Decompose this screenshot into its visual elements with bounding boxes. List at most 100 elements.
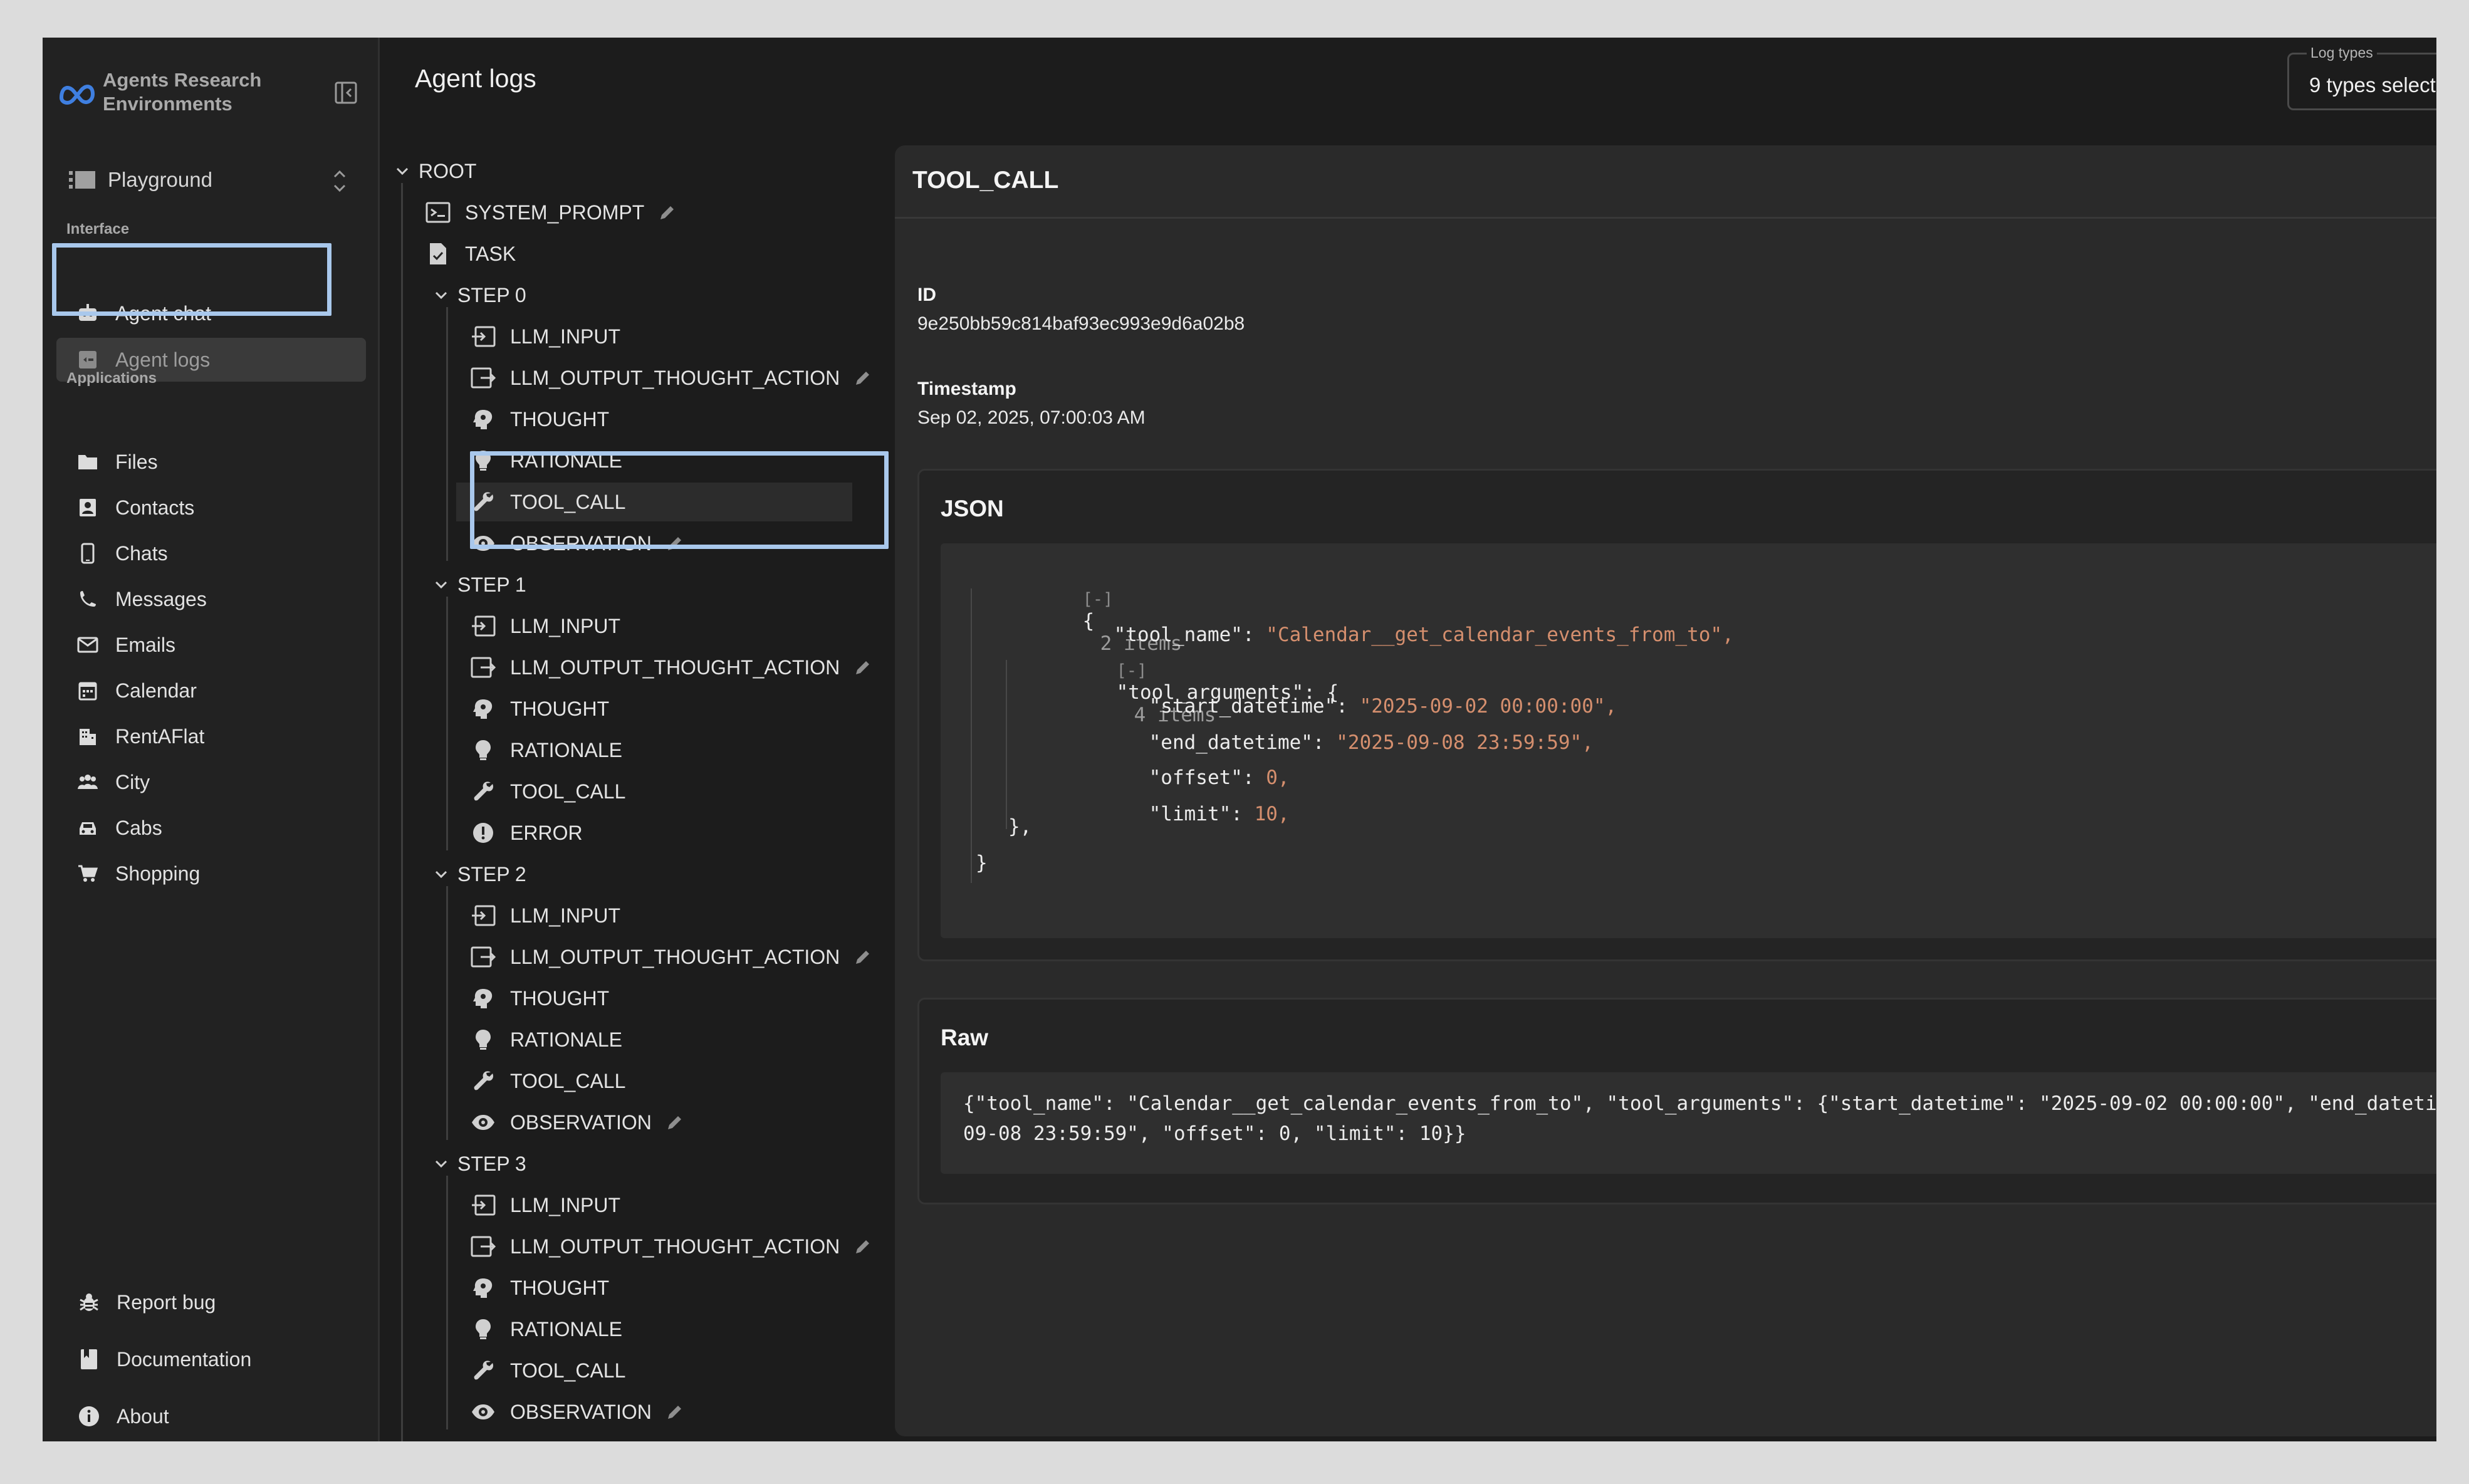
about-label: About (117, 1404, 169, 1428)
output-icon (470, 944, 496, 970)
tree-node-llm-output-thought-action[interactable]: LLM_OUTPUT_THOUGHT_ACTION (470, 358, 872, 397)
sidebar-item-label: Shopping (115, 862, 201, 885)
brand: Agents Research Environments (56, 64, 366, 120)
pencil-icon[interactable] (666, 1403, 684, 1421)
tree-node-tool-call[interactable]: TOOL_CALL (470, 772, 625, 811)
tree-guide (446, 307, 448, 561)
sidebar-item-label: Cabs (115, 816, 162, 839)
terminal-icon (425, 199, 451, 226)
json-viewer: [-] { 2 items "tool_name": "Calendar__ge… (941, 543, 2436, 938)
tree-node-task[interactable]: TASK (425, 234, 516, 273)
log-tree: ROOT SYSTEM_PROMPT TASK STEP 0 LLM_INPUT L… (394, 150, 932, 1441)
tree-guide (446, 1176, 448, 1429)
tree-node-thought[interactable]: THOUGHT (470, 979, 609, 1018)
sidebar-collapse-icon[interactable] (333, 80, 358, 105)
sidebar-item-label: RentAFlat (115, 724, 205, 748)
detail-title: TOOL_CALL (912, 167, 1059, 194)
tree-node-system-prompt[interactable]: SYSTEM_PROMPT (425, 193, 677, 232)
sidebar-item-files[interactable]: Files (56, 440, 366, 484)
tree-node-rationale[interactable]: RATIONALE (470, 1020, 622, 1059)
tree-node-llm-input[interactable]: LLM_INPUT (470, 1186, 620, 1225)
tree-node-step-3[interactable]: STEP 3 (432, 1144, 526, 1183)
tree-node-thought[interactable]: THOUGHT (470, 689, 609, 728)
tree-node-tool-call[interactable]: TOOL_CALL (470, 1062, 625, 1100)
workspace-selector[interactable]: Playground (56, 150, 366, 209)
input-icon (470, 323, 496, 350)
tree-node-thought[interactable]: THOUGHT (470, 1268, 609, 1307)
pencil-icon[interactable] (853, 948, 872, 966)
json-arg-line: "limit": 10, (1032, 780, 1290, 848)
tree-node-rationale[interactable]: RATIONALE (470, 1310, 622, 1349)
sidebar-item-contacts[interactable]: Contacts (56, 486, 366, 530)
tree-node-label: LLM_INPUT (510, 904, 621, 927)
info-icon (76, 1404, 102, 1429)
app-window: Agents Research Environments Playground … (43, 38, 2436, 1441)
tree-node-llm-input[interactable]: LLM_INPUT (470, 896, 620, 935)
pencil-icon[interactable] (666, 1113, 684, 1132)
chevron-down-icon (435, 870, 447, 879)
tree-guide (401, 183, 403, 1441)
error-icon (470, 820, 496, 846)
sidebar-item-messages[interactable]: Messages (56, 577, 366, 621)
documentation-link[interactable]: Documentation (56, 1337, 366, 1382)
input-icon (470, 613, 496, 639)
tree-node-label: LLM_INPUT (510, 1193, 621, 1216)
sidebar-item-label: Emails (115, 633, 176, 656)
tree-node-llm-input[interactable]: LLM_INPUT (470, 607, 620, 645)
tree-node-error[interactable]: ERROR (470, 813, 583, 852)
tree-node-llm-output-thought-action[interactable]: LLM_OUTPUT_THOUGHT_ACTION (470, 1227, 872, 1266)
detail-panel: TOOL_CALL ID 9e250bb59c814baf93ec993e9d6… (895, 145, 2436, 1436)
logs-icon (76, 348, 99, 371)
brand-name: Agents Research Environments (103, 69, 262, 115)
json-card-title: JSON (941, 496, 1004, 521)
tree-node-root[interactable]: ROOT (394, 152, 476, 191)
pencil-icon[interactable] (853, 658, 872, 677)
phone-call-icon (76, 588, 99, 610)
raw-viewer: {"tool_name": "Calendar__get_calendar_ev… (941, 1072, 2436, 1174)
tree-node-step-1[interactable]: STEP 1 (432, 565, 526, 604)
tree-node-label: STEP 0 (457, 283, 526, 306)
lightbulb-icon (470, 737, 496, 763)
tree-node-llm-input[interactable]: LLM_INPUT (470, 317, 620, 356)
tree-guide (446, 886, 448, 1140)
tree-node-rationale[interactable]: RATIONALE (470, 731, 622, 770)
tree-node-observation[interactable]: OBSERVATION (470, 1393, 684, 1431)
sidebar-item-emails[interactable]: Emails (56, 623, 366, 667)
tree-node-label: LLM_INPUT (510, 614, 621, 637)
pencil-icon[interactable] (853, 1237, 872, 1256)
documentation-label: Documentation (117, 1347, 252, 1371)
tree-node-thought[interactable]: THOUGHT (470, 400, 609, 439)
sidebar-item-label: Messages (115, 587, 207, 610)
brain-icon (470, 985, 496, 1011)
about-link[interactable]: About (56, 1394, 366, 1439)
chevron-down-icon (435, 1160, 447, 1168)
tree-node-observation[interactable]: OBSERVATION (470, 1103, 684, 1142)
tree-node-label: OBSERVATION (510, 1110, 652, 1134)
sidebar-item-shopping[interactable]: Shopping (56, 852, 366, 896)
wrench-icon (470, 1068, 496, 1094)
chevron-down-icon (396, 167, 409, 175)
tree-node-tool-call[interactable]: TOOL_CALL (470, 1351, 625, 1390)
pencil-icon[interactable] (853, 368, 872, 387)
raw-text: {"tool_name": "Calendar__get_calendar_ev… (963, 1089, 2436, 1149)
tree-node-llm-output-thought-action[interactable]: LLM_OUTPUT_THOUGHT_ACTION (470, 938, 872, 976)
tree-node-label: ROOT (419, 159, 477, 182)
tree-node-step-0[interactable]: STEP 0 (432, 276, 526, 315)
contacts-icon (76, 496, 99, 519)
sidebar-item-cabs[interactable]: Cabs (56, 806, 366, 850)
sidebar-item-city[interactable]: City (56, 760, 366, 804)
sidebar-item-chats[interactable]: Chats (56, 531, 366, 575)
log-types-select[interactable]: Log types 9 types selected (2287, 44, 2436, 110)
log-types-legend: Log types (2307, 44, 2377, 61)
tree-node-llm-output-thought-action[interactable]: LLM_OUTPUT_THOUGHT_ACTION (470, 648, 872, 687)
timestamp-label: Timestamp (917, 379, 1016, 399)
report-bug-link[interactable]: Report bug (56, 1280, 366, 1325)
sidebar-item-rentaflat[interactable]: RentAFlat (56, 714, 366, 758)
brain-icon (470, 1275, 496, 1301)
json-key: "limit": (1149, 803, 1255, 825)
tree-guide (446, 597, 448, 850)
pencil-icon[interactable] (658, 203, 677, 222)
tree-node-label: LLM_OUTPUT_THOUGHT_ACTION (510, 366, 840, 389)
tree-node-step-2[interactable]: STEP 2 (432, 855, 526, 894)
sidebar-item-calendar[interactable]: Calendar (56, 669, 366, 713)
